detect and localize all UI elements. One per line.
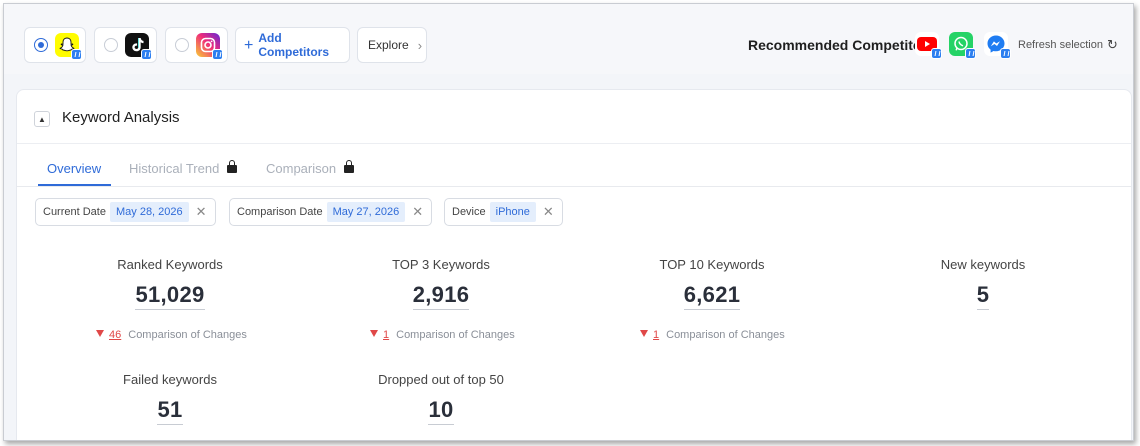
tab-overview[interactable]: Overview bbox=[47, 161, 101, 176]
metric-value[interactable]: 51,029 bbox=[135, 282, 205, 310]
filter-value[interactable]: May 27, 2026 bbox=[326, 202, 406, 222]
tab-comparison-label: Comparison bbox=[266, 161, 337, 176]
recommended-competitors-label: Recommended Competitors bbox=[748, 37, 935, 53]
keyword-analysis-panel: ▲ Keyword Analysis Overview Historical T… bbox=[16, 89, 1132, 440]
decrease-arrow-icon bbox=[370, 330, 378, 337]
messenger-icon[interactable] bbox=[984, 32, 1011, 59]
competitor-chip-snapchat[interactable] bbox=[24, 27, 86, 63]
metric-value[interactable]: 5 bbox=[976, 282, 990, 310]
metric-new-keywords: New keywords 5 bbox=[853, 257, 1113, 310]
instagram-icon bbox=[196, 33, 223, 60]
tab-historical-trend[interactable]: Historical Trend bbox=[129, 160, 238, 176]
metric-label: Dropped out of top 50 bbox=[378, 372, 504, 387]
metric-value[interactable]: 6,621 bbox=[683, 282, 741, 310]
metric-label: Ranked Keywords bbox=[117, 257, 223, 272]
explore-label: Explore bbox=[368, 38, 409, 52]
lock-icon bbox=[344, 160, 355, 173]
metric-label: TOP 10 Keywords bbox=[659, 257, 765, 272]
change-label: Comparison of Changes bbox=[396, 329, 515, 341]
refresh-icon[interactable]: ↻ bbox=[1107, 37, 1118, 53]
competitor-radio-snapchat[interactable] bbox=[34, 38, 48, 52]
metric-label: New keywords bbox=[940, 257, 1026, 272]
chevron-right-icon: › bbox=[417, 37, 423, 53]
panel-header: ▲ Keyword Analysis bbox=[17, 90, 1131, 144]
change-label: Comparison of Changes bbox=[128, 329, 247, 341]
filter-device[interactable]: Device iPhone ✕ bbox=[444, 198, 563, 226]
active-tab-indicator bbox=[38, 184, 111, 186]
filter-label: Current Date bbox=[43, 206, 106, 218]
filter-label: Comparison Date bbox=[237, 206, 323, 218]
youtube-icon[interactable] bbox=[915, 32, 942, 59]
metric-change: 1 Comparison of Changes bbox=[370, 329, 515, 341]
change-value[interactable]: 46 bbox=[109, 329, 121, 341]
competitor-bar: + Add Competitors Explore › Recommended … bbox=[4, 4, 1133, 74]
metric-ranked-keywords: Ranked Keywords 51,029 bbox=[40, 257, 300, 310]
plus-icon: + bbox=[244, 37, 254, 54]
decrease-arrow-icon bbox=[96, 330, 104, 337]
app-frame: + Add Competitors Explore › Recommended … bbox=[3, 3, 1134, 441]
add-competitors-button[interactable]: + Add Competitors bbox=[235, 27, 350, 63]
lock-icon bbox=[227, 160, 238, 173]
close-icon[interactable]: ✕ bbox=[405, 204, 431, 220]
metric-label: TOP 3 Keywords bbox=[392, 257, 490, 272]
metric-value[interactable]: 51 bbox=[157, 397, 183, 425]
metric-top10-keywords: TOP 10 Keywords 6,621 bbox=[582, 257, 842, 310]
whatsapp-icon[interactable] bbox=[949, 32, 976, 59]
panel-title: Keyword Analysis bbox=[62, 109, 180, 126]
close-icon[interactable]: ✕ bbox=[189, 204, 215, 220]
decrease-arrow-icon bbox=[640, 330, 648, 337]
metric-failed-keywords: Failed keywords 51 bbox=[40, 372, 300, 425]
refresh-selection-link[interactable]: Refresh selection bbox=[1018, 39, 1103, 51]
collapse-toggle-icon[interactable]: ▲ bbox=[34, 111, 50, 127]
filter-value[interactable]: May 28, 2026 bbox=[109, 202, 189, 222]
snapchat-icon bbox=[55, 33, 82, 60]
tab-historical-trend-label: Historical Trend bbox=[129, 161, 220, 176]
filter-value[interactable]: iPhone bbox=[489, 202, 536, 222]
filter-current-date[interactable]: Current Date May 28, 2026 ✕ bbox=[35, 198, 216, 226]
filter-comparison-date[interactable]: Comparison Date May 27, 2026 ✕ bbox=[229, 198, 433, 226]
filter-label: Device bbox=[452, 206, 486, 218]
change-value[interactable]: 1 bbox=[383, 329, 389, 341]
tab-bar: Overview Historical Trend Comparison bbox=[17, 144, 1131, 187]
tab-comparison[interactable]: Comparison bbox=[266, 160, 355, 176]
competitor-chip-instagram[interactable] bbox=[165, 27, 228, 63]
competitor-radio-tiktok[interactable] bbox=[104, 38, 118, 52]
competitor-radio-instagram[interactable] bbox=[175, 38, 189, 52]
metric-change: 46 Comparison of Changes bbox=[96, 329, 247, 341]
metric-value[interactable]: 10 bbox=[428, 397, 454, 425]
change-label: Comparison of Changes bbox=[666, 329, 785, 341]
explore-button[interactable]: Explore › bbox=[357, 27, 427, 63]
close-icon[interactable]: ✕ bbox=[536, 204, 562, 220]
metric-label: Failed keywords bbox=[123, 372, 217, 387]
tiktok-icon bbox=[125, 33, 152, 60]
add-competitors-label: Add Competitors bbox=[258, 31, 330, 59]
metric-dropped-top50: Dropped out of top 50 10 bbox=[311, 372, 571, 425]
competitor-chip-tiktok[interactable] bbox=[94, 27, 157, 63]
change-value[interactable]: 1 bbox=[653, 329, 659, 341]
metric-value[interactable]: 2,916 bbox=[412, 282, 470, 310]
metric-change: 1 Comparison of Changes bbox=[640, 329, 785, 341]
metric-top3-keywords: TOP 3 Keywords 2,916 bbox=[311, 257, 571, 310]
